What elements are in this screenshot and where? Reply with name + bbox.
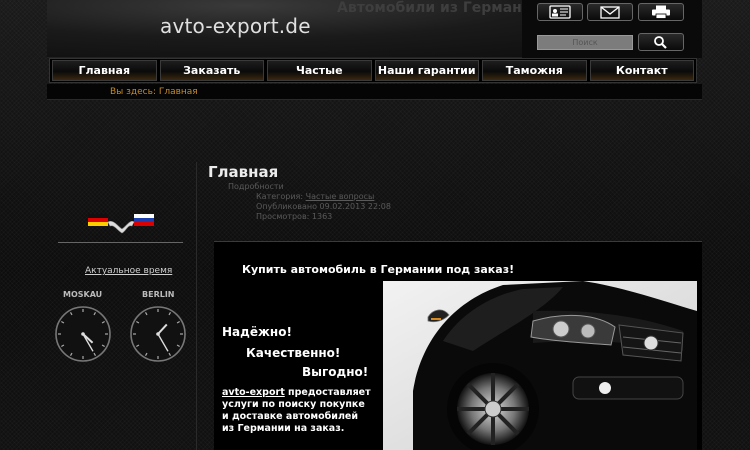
magnifier-icon [654,36,667,49]
berlin-clock [130,306,186,362]
category-link[interactable]: Частые вопросы [306,192,375,201]
moscow-clock [55,306,111,362]
search-button[interactable] [638,33,684,51]
article-description: avto-export предоставляет услуги по поис… [222,387,372,435]
flags-handshake-icon [88,214,154,234]
printer-icon [652,5,670,19]
slogan-quality: Качественно! [246,346,341,360]
main-nav: Главная Заказать Частые вопросы Наши гар… [49,58,697,97]
slogan-reliable: Надёжно! [222,325,292,339]
article-category: Категория: Частые вопросы [256,192,374,201]
site-tagline: Автомобили из Германии [337,0,542,16]
slogan-profitable: Выгодно! [302,365,369,379]
clock-city-moscow: MOSKAU [63,290,103,299]
envelope-icon [600,6,620,19]
nav-item-order[interactable]: Заказать [159,60,264,81]
clock-center [81,332,85,336]
nav-item-customs[interactable]: Таможня [482,60,587,81]
email-button[interactable] [587,3,633,21]
nav-item-guarantees[interactable]: Наши гарантии [374,60,479,81]
nav-item-home[interactable]: Главная [52,60,157,81]
article-details-label: Подробности [228,182,284,191]
article-headline: Купить автомобиль в Германии под заказ! [242,263,515,276]
print-button[interactable] [638,3,684,21]
avto-export-link[interactable]: avto-export [222,387,285,398]
current-time-link[interactable]: Актуальное время [85,266,172,276]
nav-item-contact[interactable]: Контакт [589,60,694,81]
category-label: Категория: [256,192,304,201]
car-photo [383,281,697,450]
site-logo-text[interactable]: avto-export.de [160,14,311,38]
search-input[interactable]: Поиск [537,35,633,50]
column-divider [196,162,197,450]
clock-city-berlin: BERLIN [142,290,175,299]
article-published: Опубликовано 09.02.2013 22:08 [256,202,391,211]
vcard-icon [549,5,571,19]
clock-center [156,332,160,336]
page-title: Главная [208,163,279,181]
vcard-button[interactable] [537,3,583,21]
sidebar-divider [58,242,183,243]
breadcrumb: Вы здесь: Главная [110,87,198,97]
nav-item-faq[interactable]: Частые вопросы [267,60,372,97]
article-views: Просмотров: 1363 [256,212,333,221]
